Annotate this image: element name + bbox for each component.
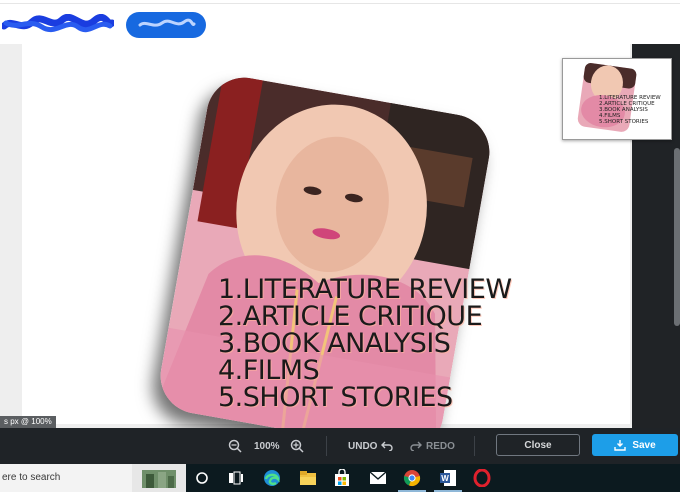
scrollbar[interactable] — [674, 148, 680, 326]
image-canvas[interactable]: 1.LITERATURE REVIEW 2.ARTICLE CRITIQUE 3… — [22, 44, 630, 457]
list-item: 5.SHORT STORIES — [218, 382, 453, 413]
undo-button[interactable]: UNDO — [348, 428, 394, 464]
zoom-out-icon — [228, 439, 242, 453]
undo-label: UNDO — [348, 440, 378, 452]
thumbnail-list: 1.LITERATURE REVIEW 2.ARTICLE CRITIQUE 3… — [599, 95, 661, 125]
svg-text:W: W — [441, 474, 449, 483]
save-button[interactable]: Save — [592, 434, 678, 456]
task-view-icon[interactable] — [226, 468, 246, 488]
services-list: 1.LITERATURE REVIEW 2.ARTICLE CRITIQUE 3… — [218, 276, 512, 411]
editor-toolbar: 100% UNDO REDO Close Save — [0, 428, 680, 464]
list-item: 4.FILMS — [218, 355, 320, 386]
image-size-label: s px @ 100% — [0, 416, 56, 428]
preview-thumbnail[interactable]: 1.LITERATURE REVIEW 2.ARTICLE CRITIQUE 3… — [562, 58, 672, 140]
redacted-scribble — [2, 14, 114, 33]
redo-icon — [410, 441, 422, 451]
editor-area: 1.LITERATURE REVIEW 2.ARTICLE CRITIQUE 3… — [0, 44, 632, 457]
taskbar-search-box[interactable]: ere to search — [0, 464, 132, 492]
undo-icon — [381, 441, 394, 451]
download-icon — [614, 440, 627, 451]
redacted-button[interactable] — [126, 12, 206, 38]
start-circle-icon[interactable] — [192, 468, 212, 488]
top-divider — [0, 3, 680, 4]
list-item: 3.BOOK ANALYSIS — [218, 328, 451, 359]
zoom-in-button[interactable] — [290, 428, 304, 464]
zoom-level: 100% — [254, 440, 280, 452]
save-label: Save — [632, 439, 656, 451]
redacted-scribble-2 — [138, 18, 196, 27]
close-button[interactable]: Close — [496, 434, 580, 456]
store-icon[interactable] — [332, 468, 352, 488]
chrome-icon[interactable] — [402, 468, 422, 488]
redo-label: REDO — [426, 440, 455, 452]
toolbar-divider — [326, 436, 327, 456]
list-item: 2.ARTICLE CRITIQUE — [218, 301, 483, 332]
zoom-out-button[interactable] — [228, 428, 242, 464]
windows-taskbar: ere to search W — [0, 464, 680, 492]
word-icon[interactable]: W — [438, 468, 458, 488]
thumbnail-list-item: 5.SHORT STORIES — [599, 119, 649, 125]
edge-icon[interactable] — [262, 468, 282, 488]
list-item: 1.LITERATURE REVIEW — [218, 274, 512, 305]
mail-icon[interactable] — [368, 468, 388, 488]
top-bar — [0, 0, 680, 44]
file-explorer-icon[interactable] — [298, 468, 318, 488]
redo-button[interactable]: REDO — [410, 428, 455, 464]
opera-icon[interactable] — [472, 468, 492, 488]
search-highlight-image — [132, 464, 186, 492]
toolbar-divider — [474, 436, 475, 456]
zoom-in-icon — [290, 439, 304, 453]
